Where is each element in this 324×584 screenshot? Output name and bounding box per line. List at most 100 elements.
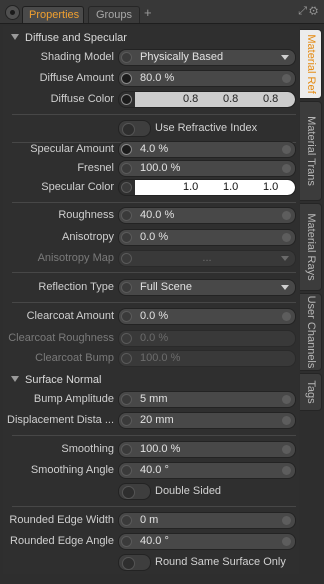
clearcoat-roughness-field[interactable]: 0.0 % (118, 330, 296, 347)
slider-handle-icon[interactable] (282, 145, 291, 154)
channel-dot-icon[interactable] (121, 210, 132, 221)
section-surface-normal[interactable]: Surface Normal (3, 373, 299, 387)
rounded-edge-angle-field[interactable]: 40.0 ° (118, 533, 296, 550)
clearcoat-amount-label: Clearcoat Amount (26, 310, 114, 322)
slider-handle-icon[interactable] (282, 466, 291, 475)
clearcoat-amount-value: 0.0 % (140, 310, 169, 322)
divider (12, 272, 296, 273)
specular-amount-field[interactable]: 4.0 % (118, 141, 296, 158)
checkbox-toggle[interactable] (118, 483, 151, 500)
diffuse-amount-field[interactable]: 80.0 % (118, 70, 296, 87)
side-tab-label: User Channels (304, 295, 317, 369)
checkbox-toggle[interactable] (118, 120, 151, 137)
diffuse-color-label: Diffuse Color (50, 93, 114, 105)
chevron-down-icon (281, 55, 289, 60)
rounded-edge-angle-value: 40.0 ° (140, 535, 169, 547)
channel-dot-icon[interactable] (121, 444, 132, 455)
channel-dot-icon[interactable] (121, 52, 132, 63)
expand-icon[interactable]: ⤢ (298, 5, 309, 17)
divider (12, 114, 296, 115)
roughness-field[interactable]: 40.0 % (118, 207, 296, 224)
clearcoat-amount-field[interactable]: 0.0 % (118, 308, 296, 325)
side-tab-material-rays[interactable]: Material Rays (300, 203, 322, 291)
channel-dot-icon[interactable] (121, 144, 132, 155)
reflection-type-dropdown[interactable]: Full Scene (118, 279, 296, 296)
slider-handle-icon[interactable] (282, 416, 291, 425)
fresnel-field[interactable]: 100.0 % (118, 160, 296, 177)
specular-color-swatch[interactable]: 1.0 1.0 1.0 (135, 180, 295, 195)
slider-handle-icon[interactable] (282, 164, 291, 173)
chevron-down-icon (281, 285, 289, 290)
specular-color-field[interactable]: 1.0 1.0 1.0 (118, 179, 296, 196)
specular-color-b[interactable]: 1.0 (263, 180, 278, 195)
channel-dot-icon[interactable] (121, 515, 132, 526)
diffuse-color-field[interactable]: 0.8 0.8 0.8 (118, 91, 296, 108)
side-tab-material-trans[interactable]: Material Trans (300, 101, 322, 201)
channel-dot-icon[interactable] (121, 394, 132, 405)
section-title: Surface Normal (25, 374, 102, 386)
gear-icon[interactable]: ⚙ (309, 5, 320, 17)
slider-handle-icon[interactable] (282, 211, 291, 220)
clearcoat-bump-field[interactable]: 100.0 % (118, 350, 296, 367)
slider-handle-icon[interactable] (282, 395, 291, 404)
panel-menu-button[interactable] (5, 5, 20, 20)
bump-amplitude-field[interactable]: 5 mm (118, 391, 296, 408)
diffuse-color-g[interactable]: 0.8 (223, 92, 238, 107)
side-tab-material-ref[interactable]: Material Ref (300, 29, 322, 99)
smoothing-field[interactable]: 100.0 % (118, 441, 296, 458)
side-tab-user-channels[interactable]: User Channels (300, 293, 322, 371)
shading-model-dropdown[interactable]: Physically Based (118, 49, 296, 66)
clearcoat-bump-label: Clearcoat Bump (35, 352, 114, 364)
channel-dot-icon[interactable] (121, 232, 132, 243)
tab-groups[interactable]: Groups (88, 6, 140, 23)
slider-handle-icon[interactable] (282, 537, 291, 546)
channel-dot-icon[interactable] (121, 182, 132, 193)
anisotropy-map-value: ... (202, 252, 212, 264)
displacement-distance-field[interactable]: 20 mm (118, 412, 296, 429)
panel-header: Properties Groups + ⤢⚙ (0, 0, 324, 24)
anisotropy-field[interactable]: 0.0 % (118, 229, 296, 246)
section-diffuse-specular[interactable]: Diffuse and Specular (3, 31, 299, 45)
slider-handle-icon[interactable] (282, 516, 291, 525)
specular-amount-label: Specular Amount (30, 143, 114, 155)
specular-color-g[interactable]: 1.0 (223, 180, 238, 195)
collapse-triangle-icon (11, 34, 19, 40)
slider-handle-icon[interactable] (282, 312, 291, 321)
divider (12, 202, 296, 203)
diffuse-color-swatch[interactable]: 0.8 0.8 0.8 (135, 92, 295, 107)
double-sided-label: Double Sided (155, 485, 222, 497)
channel-dot-icon[interactable] (121, 465, 132, 476)
specular-color-r[interactable]: 1.0 (183, 180, 198, 195)
diffuse-color-r[interactable]: 0.8 (183, 92, 198, 107)
rounded-edge-width-field[interactable]: 0 m (118, 512, 296, 529)
rounded-edge-width-value: 0 m (140, 514, 159, 526)
fresnel-label: Fresnel (77, 162, 114, 174)
channel-dot-icon[interactable] (121, 73, 132, 84)
diffuse-color-b[interactable]: 0.8 (263, 92, 278, 107)
shading-model-value: Physically Based (140, 51, 224, 63)
channel-dot-icon[interactable] (121, 415, 132, 426)
diffuse-amount-label: Diffuse Amount (39, 72, 114, 84)
channel-dot-icon[interactable] (121, 536, 132, 547)
channel-dot-icon[interactable] (121, 94, 132, 105)
anisotropy-map-dropdown[interactable]: ... (118, 250, 296, 267)
channel-dot-icon[interactable] (121, 353, 132, 364)
channel-dot-icon[interactable] (121, 282, 132, 293)
slider-handle-icon[interactable] (282, 445, 291, 454)
side-tab-label: Material Ref (304, 34, 317, 94)
properties-panel (3, 26, 299, 574)
side-tab-tags[interactable]: Tags (300, 373, 322, 411)
add-tab-button[interactable]: + (144, 5, 152, 21)
panel-options: ⤢⚙ (298, 5, 320, 18)
channel-dot-icon[interactable] (121, 311, 132, 322)
tab-properties[interactable]: Properties (22, 6, 84, 23)
slider-handle-icon[interactable] (282, 233, 291, 242)
channel-dot-icon[interactable] (121, 333, 132, 344)
slider-handle-icon[interactable] (282, 74, 291, 83)
checkbox-toggle[interactable] (118, 554, 151, 571)
channel-dot-icon[interactable] (121, 163, 132, 174)
smoothing-angle-label: Smoothing Angle (30, 464, 114, 476)
smoothing-angle-value: 40.0 ° (140, 464, 169, 476)
smoothing-angle-field[interactable]: 40.0 ° (118, 462, 296, 479)
divider (12, 302, 296, 303)
